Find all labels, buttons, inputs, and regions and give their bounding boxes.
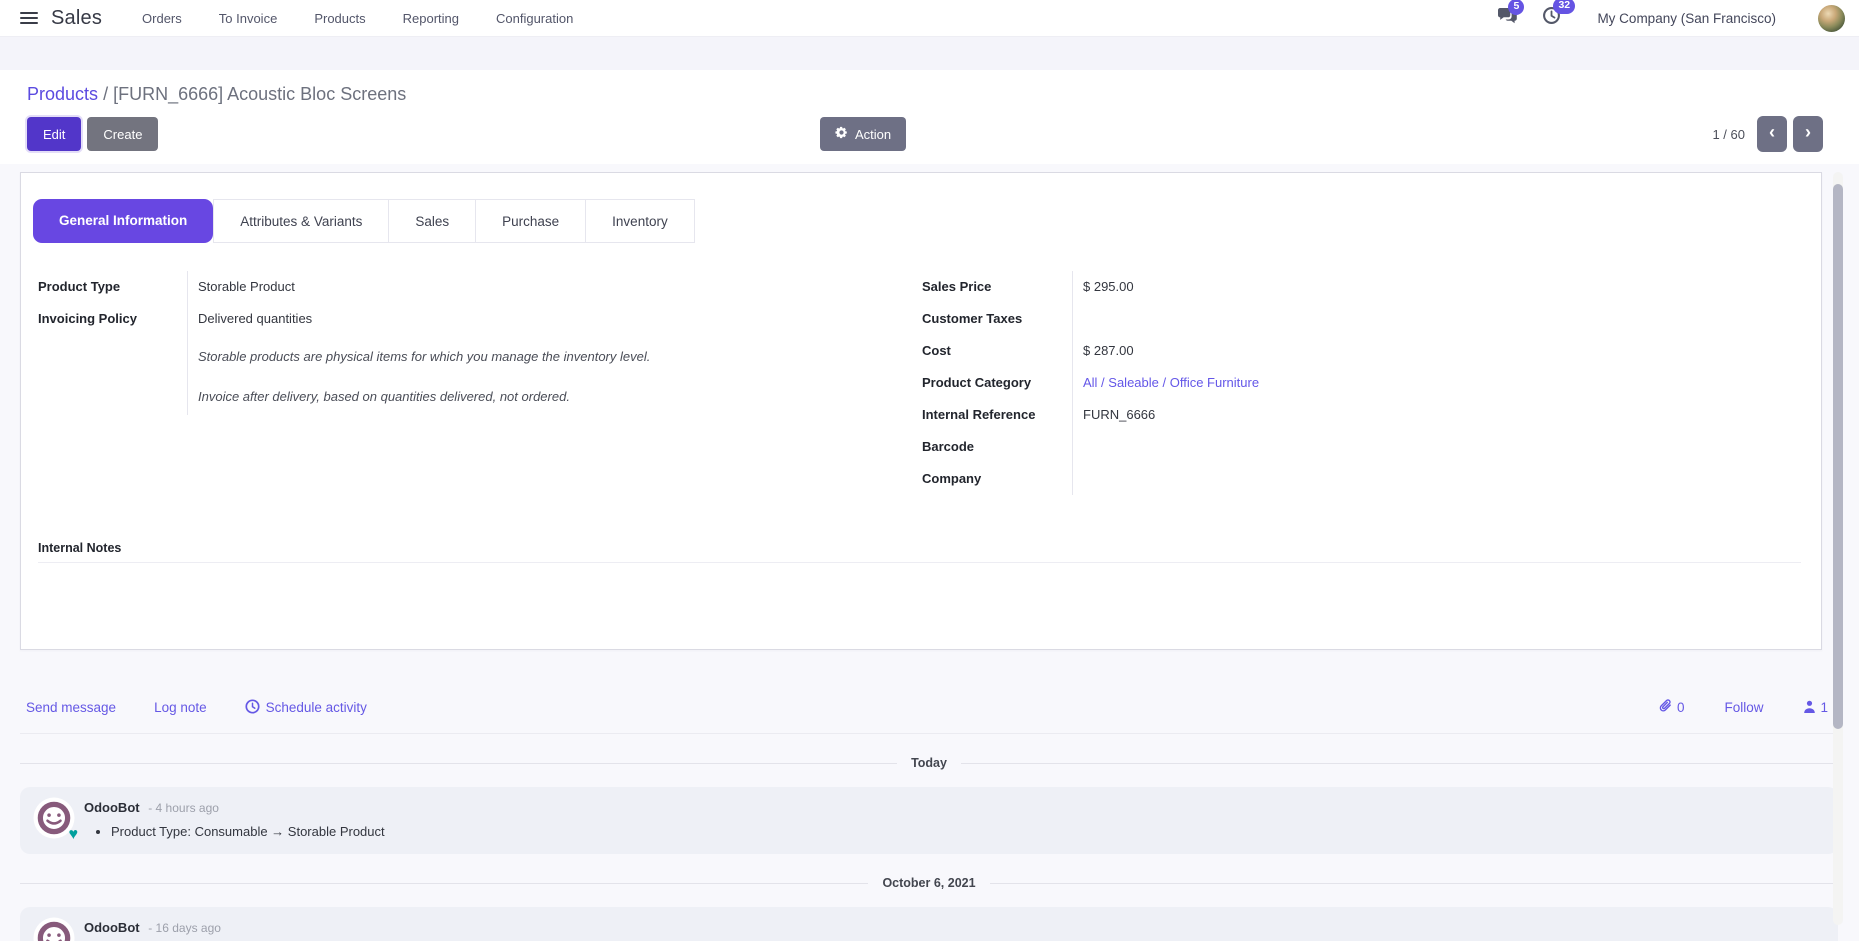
message-author[interactable]: OdooBot <box>84 800 140 815</box>
schedule-activity-label: Schedule activity <box>266 700 367 715</box>
navbar-spacer <box>0 37 1859 70</box>
control-panel: Products / [FURN_6666] Acoustic Bloc Scr… <box>0 70 1859 163</box>
followers-button[interactable]: 1 <box>1803 700 1828 716</box>
chatter: Send message Log note Schedule activity … <box>20 688 1838 941</box>
field-label-barcode: Barcode <box>922 431 1072 463</box>
date-divider-today: Today <box>20 756 1838 770</box>
field-label-invoicing-policy: Invoicing Policy <box>38 303 187 335</box>
field-value-sales-price: $ 295.00 <box>1072 271 1801 303</box>
activities-menu[interactable]: 32 <box>1542 6 1561 30</box>
nav-item-to-invoice[interactable]: To Invoice <box>219 11 278 26</box>
notebook-tabs: General Information Attributes & Variant… <box>33 199 1821 243</box>
date-divider-october: October 6, 2021 <box>20 876 1838 890</box>
field-label-internal-reference: Internal Reference <box>922 399 1072 431</box>
tab-sales[interactable]: Sales <box>388 199 476 243</box>
follow-label: Follow <box>1724 700 1763 715</box>
pager-next-button[interactable]: › <box>1793 116 1823 152</box>
log-note-label: Log note <box>154 700 207 715</box>
field-label-customer-taxes: Customer Taxes <box>922 303 1072 335</box>
schedule-clock-icon <box>245 699 260 717</box>
attachments-button[interactable]: 0 <box>1658 698 1685 717</box>
field-label-company: Company <box>922 463 1072 495</box>
tab-purchase[interactable]: Purchase <box>475 199 586 243</box>
gear-icon <box>835 126 848 142</box>
paperclip-icon <box>1658 698 1673 717</box>
breadcrumb-current: [FURN_6666] Acoustic Bloc Screens <box>113 84 406 104</box>
pager-counter: 1 / 60 <box>1712 127 1745 142</box>
field-value-cost: $ 287.00 <box>1072 335 1801 367</box>
follow-button[interactable]: Follow <box>1724 700 1763 715</box>
messages-badge: 5 <box>1508 0 1524 15</box>
field-value-internal-reference: FURN_6666 <box>1072 399 1801 431</box>
action-button[interactable]: Action <box>820 117 906 151</box>
breadcrumb-separator: / <box>103 84 108 104</box>
nav-item-configuration[interactable]: Configuration <box>496 11 573 26</box>
field-value-barcode <box>1072 431 1801 463</box>
field-label-product-type: Product Type <box>38 271 187 303</box>
field-label-product-category: Product Category <box>922 367 1072 399</box>
message-body: Product Type: Consumable → Storable Prod… <box>111 824 1822 839</box>
message-author[interactable]: OdooBot <box>84 920 140 935</box>
odoobot-avatar: ♥ <box>33 917 75 941</box>
create-button[interactable]: Create <box>87 117 158 151</box>
tab-inventory[interactable]: Inventory <box>585 199 695 243</box>
pager-previous-button[interactable]: ‹ <box>1757 116 1787 152</box>
field-label-cost: Cost <box>922 335 1072 367</box>
messages-menu[interactable]: 5 <box>1497 7 1518 29</box>
field-label-sales-price: Sales Price <box>922 271 1072 303</box>
breadcrumb: Products / [FURN_6666] Acoustic Bloc Scr… <box>27 84 1859 105</box>
person-icon <box>1803 700 1816 716</box>
divider-label: October 6, 2021 <box>882 876 975 890</box>
field-value-product-type: Storable Product <box>187 271 906 303</box>
spacer-cell <box>38 335 187 375</box>
divider-label: Today <box>911 756 947 770</box>
content-area: General Information Attributes & Variant… <box>0 164 1859 941</box>
help-text-storable: Storable products are physical items for… <box>187 335 906 375</box>
chatter-message: ♥ OdooBot - 16 days ago Product Template… <box>20 907 1838 941</box>
action-button-label: Action <box>855 127 891 142</box>
activities-badge: 32 <box>1553 0 1575 14</box>
odoobot-avatar: ♥ <box>33 797 75 839</box>
edit-button[interactable]: Edit <box>27 117 81 151</box>
heart-icon: ♥ <box>69 827 79 843</box>
apps-menu-icon[interactable] <box>20 12 38 25</box>
followers-count: 1 <box>1820 700 1828 715</box>
send-message-label: Send message <box>26 700 116 715</box>
chatter-message: ♥ OdooBot - 4 hours ago Product Type: Co… <box>20 787 1838 854</box>
spacer-cell <box>38 375 187 415</box>
top-navbar: Sales Orders To Invoice Products Reporti… <box>0 0 1859 37</box>
field-value-customer-taxes <box>1072 303 1801 335</box>
scrollbar-thumb[interactable] <box>1833 184 1843 729</box>
send-message-button[interactable]: Send message <box>26 700 116 715</box>
field-value-company <box>1072 463 1801 495</box>
field-value-product-category-link[interactable]: All / Saleable / Office Furniture <box>1072 367 1801 399</box>
app-title[interactable]: Sales <box>51 7 102 30</box>
chatter-toolbar: Send message Log note Schedule activity … <box>20 688 1838 734</box>
internal-notes-label: Internal Notes <box>38 541 1801 563</box>
attachments-count: 0 <box>1677 700 1685 715</box>
log-note-button[interactable]: Log note <box>154 700 207 715</box>
message-timestamp: - 4 hours ago <box>148 801 219 815</box>
field-value-invoicing-policy: Delivered quantities <box>187 303 906 335</box>
general-information-form: Product Type Storable Product Invoicing … <box>38 271 1801 495</box>
tab-attributes-variants[interactable]: Attributes & Variants <box>213 199 389 243</box>
product-form-sheet: General Information Attributes & Variant… <box>20 172 1822 650</box>
user-avatar[interactable] <box>1818 5 1845 32</box>
tab-general-information[interactable]: General Information <box>33 199 213 243</box>
nav-item-orders[interactable]: Orders <box>142 11 182 26</box>
breadcrumb-products-link[interactable]: Products <box>27 84 98 104</box>
schedule-activity-button[interactable]: Schedule activity <box>245 699 367 717</box>
nav-item-products[interactable]: Products <box>314 11 365 26</box>
help-text-invoice: Invoice after delivery, based on quantit… <box>187 375 906 415</box>
nav-item-reporting[interactable]: Reporting <box>403 11 459 26</box>
company-switcher[interactable]: My Company (San Francisco) <box>1597 11 1776 26</box>
message-timestamp: - 16 days ago <box>148 921 221 935</box>
